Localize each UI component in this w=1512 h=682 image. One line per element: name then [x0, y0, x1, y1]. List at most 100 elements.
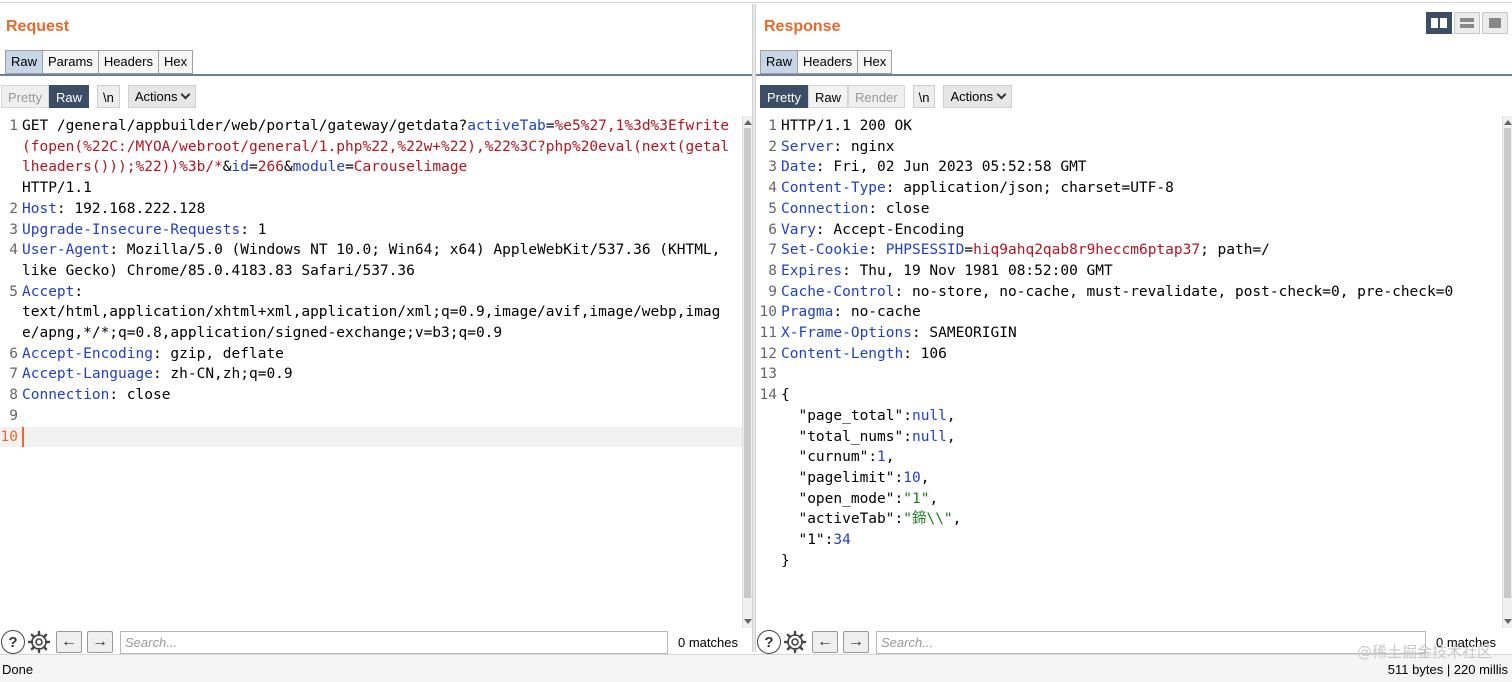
code-line[interactable]: 1 HTTP/1.1 200 OK	[756, 116, 1502, 137]
search-next-button[interactable]: →	[843, 631, 869, 653]
request-pretty-toggle[interactable]: Pretty	[1, 84, 49, 108]
code-token: &	[283, 159, 293, 176]
code-token: {	[781, 387, 790, 404]
response-render-toggle[interactable]: Render	[847, 84, 905, 108]
code-token: 34	[833, 532, 851, 549]
code-token: HTTP/1.1 200 OK	[781, 118, 912, 134]
line-content: HTTP/1.1 200 OK	[781, 116, 1502, 137]
code-token: : Thu, 19 Nov 1981 08:52:00 GMT	[842, 262, 1113, 279]
response-tab-headers[interactable]: Headers	[798, 50, 859, 74]
code-token: : close	[868, 200, 930, 217]
layout-stacked-button[interactable]	[1454, 12, 1480, 34]
status-bar: Done 511 bytes | 220 millis	[0, 654, 1512, 682]
scroll-down-icon[interactable]	[744, 619, 752, 624]
code-line[interactable]: 4 Content-Type: application/json; charset…	[756, 178, 1502, 199]
line-content: ​	[22, 426, 742, 448]
scroll-thumb[interactable]	[1504, 128, 1511, 598]
code-token: activeTab	[467, 118, 546, 134]
line-number: 10	[759, 304, 777, 321]
help-icon[interactable]: ?	[757, 630, 781, 654]
code-token: =	[545, 118, 555, 134]
gear-icon[interactable]	[783, 630, 807, 654]
response-pretty-toggle[interactable]: Pretty	[760, 84, 808, 108]
code-line[interactable]: 13​	[756, 364, 1502, 385]
code-line[interactable]: 3 Date: Fri, 02 Jun 2023 05:52:58 GMT	[756, 157, 1502, 178]
response-raw-toggle[interactable]: Raw	[807, 84, 848, 108]
code-line[interactable]: 11 X-Frame-Options: SAMEORIGIN	[756, 323, 1502, 344]
code-token: : no-cache	[833, 304, 921, 321]
code-token: "鍗\\"	[903, 511, 953, 528]
request-tab-headers[interactable]: Headers	[98, 50, 159, 74]
code-line[interactable]: 8 Expires: Thu, 19 Nov 1981 08:52:00 GMT	[756, 261, 1502, 282]
scroll-up-icon[interactable]	[1504, 120, 1512, 125]
request-search-input[interactable]	[120, 630, 668, 654]
request-tab-params[interactable]: Params	[43, 50, 99, 74]
code-token: "1"	[798, 532, 825, 549]
code-token: : nginx	[833, 138, 895, 155]
response-editor[interactable]: 1 HTTP/1.1 200 OK 2 Server: nginx 3 Date: Fri…	[756, 116, 1502, 628]
code-line[interactable]: 6 Vary: Accept-Encoding	[756, 220, 1502, 241]
code-line[interactable]: 3 Upgrade-Insecure-Requests: 1	[0, 220, 742, 241]
code-line[interactable]: 5 Accept: text/html,application/xhtml+xml…	[0, 282, 742, 344]
code-line[interactable]: 2 Host: 192.168.222.128	[0, 199, 742, 220]
code-token: Content-Length	[781, 345, 904, 362]
code-line[interactable]: 1 GET /general/appbuilder/web/portal/gate…	[0, 116, 742, 199]
line-content: { "page_total":null, "total_nums":null, …	[781, 385, 1502, 571]
line-content: Connection: close	[781, 199, 1502, 220]
request-editor[interactable]: 1 GET /general/appbuilder/web/portal/gate…	[0, 116, 742, 628]
response-tab-raw[interactable]: Raw	[760, 50, 799, 74]
request-tabs: Raw Params Headers Hex	[5, 50, 194, 74]
layout-tabbed-button[interactable]	[1482, 12, 1508, 34]
line-number: 8	[9, 387, 18, 404]
request-tab-hex[interactable]: Hex	[158, 50, 194, 74]
request-actions-dropdown[interactable]: Actions	[127, 84, 197, 108]
search-previous-button[interactable]: ←	[56, 631, 82, 653]
scroll-thumb[interactable]	[744, 128, 751, 598]
request-title: Request	[6, 18, 70, 35]
line-content: Content-Length: 106	[781, 344, 1502, 365]
code-token: Host	[22, 200, 57, 217]
response-search-input[interactable]	[876, 630, 1426, 654]
code-line[interactable]: 5 Connection: close	[756, 199, 1502, 220]
line-number: 1	[9, 118, 18, 134]
arrow-left-icon: ←	[817, 633, 833, 650]
code-line[interactable]: 9 Cache-Control: no-store, no-cache, must…	[756, 282, 1502, 303]
help-icon[interactable]: ?	[1, 630, 25, 654]
code-line[interactable]: 12 Content-Length: 106	[756, 344, 1502, 365]
response-scrollbar[interactable]	[1502, 116, 1512, 628]
request-search-matches: 0 matches	[678, 634, 738, 650]
code-line[interactable]: 10​	[0, 426, 742, 448]
request-raw-toggle[interactable]: Raw	[48, 84, 89, 108]
code-line[interactable]: 6 Accept-Encoding: gzip, deflate	[0, 344, 742, 365]
scroll-up-icon[interactable]	[744, 120, 752, 125]
response-tab-hex[interactable]: Hex	[858, 50, 893, 74]
layout-side-by-side-button[interactable]	[1426, 12, 1452, 34]
search-next-button[interactable]: →	[87, 631, 113, 653]
code-line[interactable]: 9​	[0, 406, 742, 427]
request-newline-toggle[interactable]: \n	[96, 84, 120, 108]
code-token: ; path=/	[1200, 242, 1270, 259]
gear-icon[interactable]	[27, 630, 51, 654]
code-line[interactable]: 10 Pragma: no-cache	[756, 302, 1502, 323]
search-previous-button[interactable]: ←	[812, 631, 838, 653]
line-number: 2	[768, 138, 777, 155]
response-newline-toggle[interactable]: \n	[912, 84, 936, 108]
request-tab-raw[interactable]: Raw	[5, 50, 44, 74]
code-token: &	[222, 159, 232, 176]
line-content: Set-Cookie: PHPSESSID=hiq9ahq2qab8r9hecc…	[781, 240, 1502, 261]
scroll-down-icon[interactable]	[1504, 619, 1512, 624]
code-line[interactable]: 7 Set-Cookie: PHPSESSID=hiq9ahq2qab8r9hec…	[756, 240, 1502, 261]
code-token: : SAMEORIGIN	[911, 325, 1017, 342]
request-search-bar: ? ← → 0 matches	[0, 628, 752, 656]
line-number: 12	[759, 345, 777, 362]
code-token: : Fri, 02 Jun 2023 05:52:58 GMT	[815, 159, 1087, 176]
code-token: Expires	[781, 262, 843, 279]
code-line[interactable]: 14{ "page_total":null, "total_nums":null…	[756, 385, 1502, 571]
code-line[interactable]: 2 Server: nginx	[756, 137, 1502, 158]
code-line[interactable]: 4 User-Agent: Mozilla/5.0 (Windows NT 10.…	[0, 240, 742, 281]
code-line[interactable]: 7 Accept-Language: zh-CN,zh;q=0.9	[0, 364, 742, 385]
response-actions-dropdown[interactable]: Actions	[943, 84, 1013, 108]
code-token: Upgrade-Insecure-Requests	[22, 221, 241, 238]
code-line[interactable]: 8 Connection: close	[0, 385, 742, 406]
request-scrollbar[interactable]	[742, 116, 752, 628]
